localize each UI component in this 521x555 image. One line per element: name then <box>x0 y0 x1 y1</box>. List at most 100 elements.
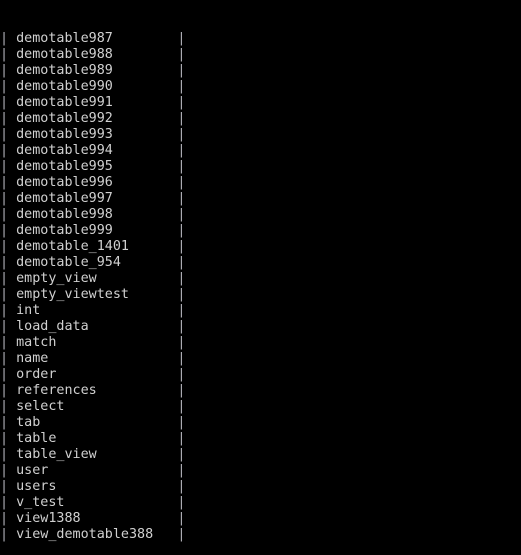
table-name-cell: user <box>16 463 49 478</box>
table-row: | select | <box>0 399 521 415</box>
row-cell-padding <box>65 495 178 510</box>
table-name-cell: demotable994 <box>16 143 113 158</box>
row-right-border: | <box>177 399 186 414</box>
row-cell-padding <box>113 143 178 158</box>
row-cell-padding <box>113 79 178 94</box>
row-right-border: | <box>177 431 186 446</box>
row-cell-padding <box>97 447 178 462</box>
row-cell-padding <box>56 367 177 382</box>
row-cell-padding <box>65 399 178 414</box>
table-row: | table | <box>0 431 521 447</box>
table-name-cell: select <box>16 399 65 414</box>
table-name-cell: demotable992 <box>16 111 113 126</box>
table-name-cell: order <box>16 367 57 382</box>
table-name-cell: demotable991 <box>16 95 113 110</box>
row-left-border: | <box>0 367 17 382</box>
row-left-border: | <box>0 207 17 222</box>
table-name-cell: demotable993 <box>16 127 113 142</box>
terminal-output-pane[interactable]: | demotable987 | | demotable988 | | demota… <box>0 0 521 555</box>
row-right-border: | <box>177 511 186 526</box>
row-left-border: | <box>0 479 17 494</box>
table-name-cell: demotable999 <box>16 223 113 238</box>
table-name-cell: view1388 <box>16 511 81 526</box>
row-right-border: | <box>177 191 186 206</box>
table-row: | demotable998 | <box>0 207 521 223</box>
row-right-border: | <box>177 383 186 398</box>
table-name-cell: demotable987 <box>16 31 113 46</box>
row-right-border: | <box>177 367 186 382</box>
row-right-border: | <box>177 335 186 350</box>
table-name-cell: demotable988 <box>16 47 113 62</box>
row-cell-padding <box>113 207 178 222</box>
row-right-border: | <box>177 31 186 46</box>
row-cell-padding <box>113 127 178 142</box>
result-rows-container: | demotable987 | | demotable988 | | demota… <box>0 31 521 543</box>
row-cell-padding <box>40 415 177 430</box>
row-cell-padding <box>113 159 178 174</box>
row-right-border: | <box>177 159 186 174</box>
row-right-border: | <box>177 463 186 478</box>
row-right-border: | <box>177 127 186 142</box>
row-left-border: | <box>0 335 17 350</box>
row-cell-padding <box>81 511 178 526</box>
row-cell-padding <box>113 63 178 78</box>
row-left-border: | <box>0 95 17 110</box>
row-cell-padding <box>48 351 177 366</box>
row-cell-padding <box>113 175 178 190</box>
table-row: | demotable997 | <box>0 191 521 207</box>
table-name-cell: empty_viewtest <box>16 287 129 302</box>
table-name-cell: demotable990 <box>16 79 113 94</box>
table-name-cell: table_view <box>16 447 97 462</box>
row-left-border: | <box>0 511 17 526</box>
row-left-border: | <box>0 175 17 190</box>
row-right-border: | <box>177 79 186 94</box>
table-name-cell: view_demotable388 <box>16 527 154 542</box>
table-row: | demotable987 | <box>0 31 521 47</box>
row-cell-padding <box>113 47 178 62</box>
table-row: | table_view | <box>0 447 521 463</box>
row-left-border: | <box>0 383 17 398</box>
row-cell-padding <box>113 31 178 46</box>
table-row: | references | <box>0 383 521 399</box>
table-name-cell: demotable995 <box>16 159 113 174</box>
table-name-cell: empty_view <box>16 271 97 286</box>
row-left-border: | <box>0 495 17 510</box>
row-left-border: | <box>0 447 17 462</box>
row-left-border: | <box>0 159 17 174</box>
row-cell-padding <box>113 223 178 238</box>
row-right-border: | <box>177 415 186 430</box>
row-right-border: | <box>177 175 186 190</box>
row-right-border: | <box>177 351 186 366</box>
row-left-border: | <box>0 319 17 334</box>
row-right-border: | <box>177 271 186 286</box>
table-row: | demotable_1401 | <box>0 239 521 255</box>
row-cell-padding <box>40 303 177 318</box>
row-left-border: | <box>0 287 17 302</box>
table-row: | demotable996 | <box>0 175 521 191</box>
row-cell-padding <box>89 319 178 334</box>
table-row: | tab | <box>0 415 521 431</box>
row-cell-padding <box>129 287 177 302</box>
row-cell-padding <box>113 111 178 126</box>
table-row: | demotable990 | <box>0 79 521 95</box>
row-left-border: | <box>0 303 17 318</box>
table-row: | match | <box>0 335 521 351</box>
table-row: | order | <box>0 367 521 383</box>
table-name-cell: demotable989 <box>16 63 113 78</box>
row-cell-padding <box>97 383 178 398</box>
row-right-border: | <box>177 527 186 542</box>
table-row: | empty_viewtest | <box>0 287 521 303</box>
table-name-cell: name <box>16 351 49 366</box>
row-left-border: | <box>0 271 17 286</box>
table-name-cell: users <box>16 479 57 494</box>
row-cell-padding <box>56 479 177 494</box>
table-name-cell: table <box>16 431 57 446</box>
table-row: | view_demotable388 | <box>0 527 521 543</box>
row-left-border: | <box>0 527 17 542</box>
row-cell-padding <box>129 239 177 254</box>
row-cell-padding <box>56 431 177 446</box>
table-name-cell: match <box>16 335 57 350</box>
table-name-cell: demotable_954 <box>16 255 121 270</box>
table-row: | name | <box>0 351 521 367</box>
row-left-border: | <box>0 191 17 206</box>
